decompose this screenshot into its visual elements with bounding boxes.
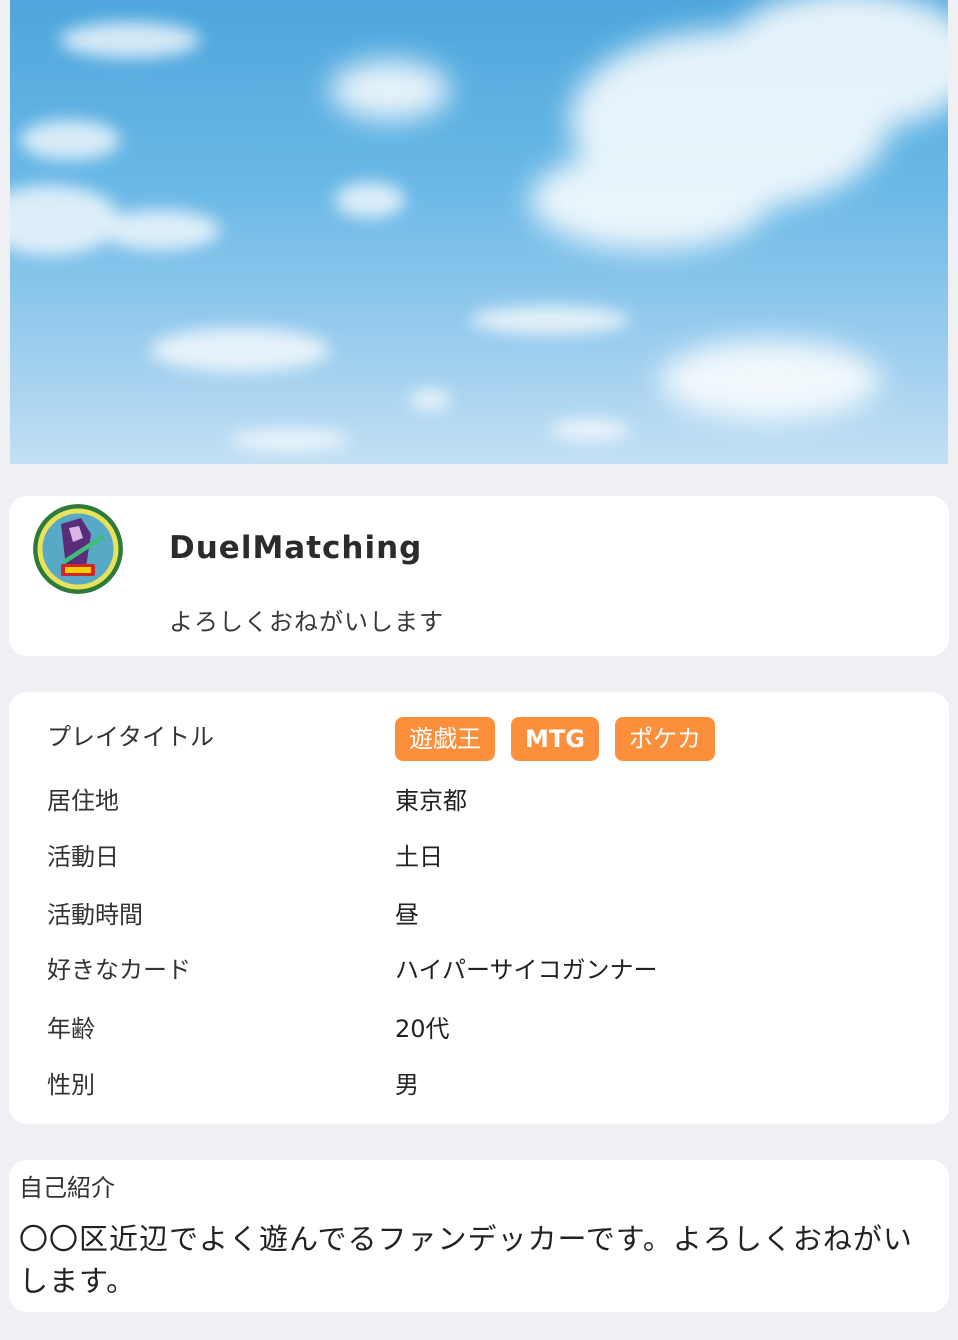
play-title-tag[interactable]: ポケカ	[614, 717, 715, 761]
detail-row-favorite-card: 好きなカード ハイパーサイコガンナー	[9, 950, 949, 990]
profile-card: DuelMatching よろしくおねがいします	[9, 496, 949, 656]
play-title-tag[interactable]: MTG	[511, 717, 599, 761]
profile-details-card: プレイタイトル 遊戯王 MTG ポケカ 居住地 東京都 活動日 土日 活動時間 …	[9, 692, 949, 1124]
play-title-tags: 遊戯王 MTG ポケカ	[395, 717, 715, 761]
age-value: 20代	[395, 1015, 450, 1043]
sky-clouds-illustration	[10, 0, 948, 450]
self-introduction-text: 〇〇区近辺でよく遊んでるファンデッカーです。よろしくおねがいします。	[19, 1222, 913, 1298]
active-days-value: 土日	[395, 843, 443, 871]
profile-page: DuelMatching よろしくおねがいします プレイタイトル 遊戯王 MTG…	[0, 0, 958, 1340]
detail-row-active-days: 活動日 土日	[9, 837, 949, 877]
gender-value: 男	[395, 1071, 419, 1099]
avatar[interactable]	[33, 504, 123, 594]
detail-row-active-time: 活動時間 昼	[9, 895, 949, 935]
favorite-card-value: ハイパーサイコガンナー	[395, 956, 658, 984]
cover-image	[10, 0, 948, 464]
play-title-tag[interactable]: 遊戯王	[395, 717, 495, 761]
active-time-value: 昼	[395, 901, 419, 929]
favorite-card-label: 好きなカード	[47, 956, 191, 984]
detail-row-residence: 居住地 東京都	[9, 781, 949, 821]
username: DuelMatching	[169, 530, 423, 566]
tagline: よろしくおねがいします	[169, 608, 444, 636]
active-time-label: 活動時間	[47, 901, 143, 929]
card-character-avatar-icon	[33, 504, 123, 594]
residence-label: 居住地	[47, 787, 119, 815]
residence-value: 東京都	[395, 787, 467, 815]
detail-row-play-title: プレイタイトル 遊戯王 MTG ポケカ	[9, 717, 949, 761]
gender-label: 性別	[47, 1071, 95, 1099]
self-introduction-card: 自己紹介 〇〇区近辺でよく遊んでるファンデッカーです。よろしくおねがいします。	[9, 1160, 949, 1312]
self-introduction-heading: 自己紹介	[19, 1174, 115, 1202]
detail-row-gender: 性別 男	[9, 1065, 949, 1105]
play-title-label: プレイタイトル	[47, 723, 215, 751]
active-days-label: 活動日	[47, 843, 119, 871]
detail-row-age: 年齢 20代	[9, 1009, 949, 1049]
age-label: 年齢	[47, 1015, 95, 1043]
